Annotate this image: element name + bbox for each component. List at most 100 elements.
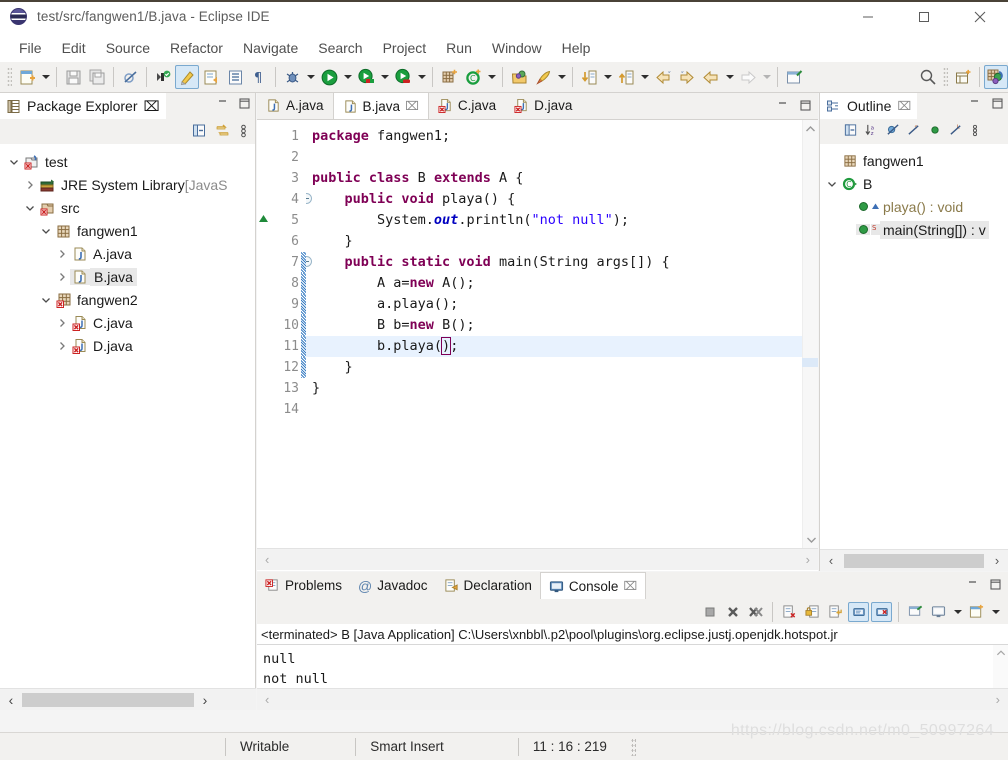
maximize-icon[interactable] <box>799 99 812 115</box>
editor-hscrollbar[interactable]: ‹ › <box>257 548 818 570</box>
menu-source[interactable]: Source <box>96 38 160 58</box>
show-whitespace-icon[interactable]: ¶ <box>247 65 271 89</box>
tree-item-c-java[interactable]: C.java <box>0 311 255 334</box>
word-wrap-icon[interactable] <box>825 602 846 622</box>
tree-item-fangwen1[interactable]: fangwen1 <box>0 219 255 242</box>
java-perspective-icon[interactable] <box>984 65 1008 89</box>
tree-item-test[interactable]: test <box>0 150 255 173</box>
tab-console[interactable]: Console ⌧ <box>539 572 647 599</box>
view-menu-icon[interactable] <box>238 123 249 141</box>
scroll-left-icon[interactable]: ‹ <box>265 552 269 567</box>
menu-project[interactable]: Project <box>373 38 437 58</box>
chevron-down-icon[interactable] <box>38 295 54 305</box>
toolbar-grip[interactable] <box>7 67 12 87</box>
chevron-right-icon[interactable] <box>54 341 70 351</box>
open-console-icon[interactable] <box>966 602 987 622</box>
editor-tab-c-java[interactable]: C.java <box>429 92 505 119</box>
outline-item-fangwen1[interactable]: fangwen1 <box>820 149 1008 172</box>
open-perspective-icon[interactable] <box>951 65 975 89</box>
source-text[interactable]: package fangwen1; public class B extends… <box>306 120 818 548</box>
chevron-down-icon[interactable] <box>6 157 22 167</box>
new-wizard-dropdown-icon[interactable] <box>39 65 52 89</box>
menu-search[interactable]: Search <box>308 38 372 58</box>
chevron-down-icon[interactable] <box>824 179 840 189</box>
back-history-icon[interactable] <box>699 65 723 89</box>
chevron-down-icon[interactable] <box>22 203 38 213</box>
scroll-thumb[interactable] <box>22 692 194 707</box>
tree-item-d-java[interactable]: D.java <box>0 334 255 357</box>
new-java-package-icon[interactable] <box>151 65 175 89</box>
tree-item-fangwen2[interactable]: fangwen2 <box>0 288 255 311</box>
tab-javadoc[interactable]: @ Javadoc <box>350 572 436 599</box>
forward-history-dropdown-icon[interactable] <box>760 65 773 89</box>
editor-tab-d-java[interactable]: D.java <box>505 92 581 119</box>
outline-hscrollbar[interactable]: ‹ › <box>820 549 1008 571</box>
new-wizard-icon[interactable] <box>15 65 39 89</box>
minimize-icon[interactable] <box>968 97 981 113</box>
run-external-tools-icon[interactable] <box>391 65 415 89</box>
next-annotation-icon[interactable] <box>614 65 638 89</box>
hide-fields-icon[interactable] <box>886 123 900 140</box>
menu-refactor[interactable]: Refactor <box>160 38 233 58</box>
scroll-up-icon[interactable] <box>803 120 818 137</box>
scroll-left-icon[interactable]: ‹ <box>265 692 269 707</box>
open-task-icon[interactable] <box>199 65 223 89</box>
scroll-left-icon[interactable]: ‹ <box>820 553 842 568</box>
scroll-lock-icon[interactable] <box>802 602 823 622</box>
chevron-right-icon[interactable] <box>54 272 70 282</box>
editor-tab-b-java[interactable]: B.java ⌧ <box>332 92 429 119</box>
chevron-right-icon[interactable] <box>54 318 70 328</box>
maximize-icon[interactable] <box>238 97 251 113</box>
remove-launch-icon[interactable] <box>722 602 743 622</box>
minimize-icon[interactable] <box>966 578 979 594</box>
chevron-down-icon[interactable] <box>38 226 54 236</box>
forward-history-icon[interactable] <box>736 65 760 89</box>
console-hscrollbar[interactable]: ‹ › <box>257 688 1008 710</box>
display-selected-console-dropdown-icon[interactable] <box>951 600 964 624</box>
run-coverage-dropdown-icon[interactable] <box>378 65 391 89</box>
tree-item-b-java[interactable]: B.java <box>0 265 255 288</box>
back-history-dropdown-icon[interactable] <box>723 65 736 89</box>
debug-dropdown-icon[interactable] <box>304 65 317 89</box>
tab-package-explorer[interactable]: Package Explorer ⌧ <box>0 93 166 119</box>
new-java-class-icon[interactable]: C <box>461 65 485 89</box>
quick-access-search-icon[interactable] <box>916 65 940 89</box>
next-annotation-dropdown-icon[interactable] <box>638 65 651 89</box>
editor-vscrollbar[interactable] <box>802 120 818 548</box>
chevron-right-icon[interactable] <box>54 249 70 259</box>
scroll-thumb[interactable] <box>844 553 984 568</box>
minimize-icon[interactable] <box>216 97 229 113</box>
link-with-editor-icon[interactable] <box>215 123 230 141</box>
open-type-icon[interactable] <box>223 65 247 89</box>
forward-navigation-icon[interactable] <box>675 65 699 89</box>
menu-window[interactable]: Window <box>482 38 552 58</box>
previous-annotation-icon[interactable] <box>577 65 601 89</box>
previous-annotation-dropdown-icon[interactable] <box>601 65 614 89</box>
collapse-all-icon[interactable] <box>192 123 207 141</box>
scroll-right-icon[interactable]: › <box>806 552 810 567</box>
menu-edit[interactable]: Edit <box>52 38 96 58</box>
close-icon[interactable]: ⌧ <box>144 98 160 115</box>
sort-icon[interactable]: az <box>865 123 879 140</box>
outline-item-playa[interactable]: playa() : void <box>820 195 1008 218</box>
search-rocket-dropdown-icon[interactable] <box>555 65 568 89</box>
tree-item-a-java[interactable]: A.java <box>0 242 255 265</box>
new-editor-icon[interactable] <box>782 65 806 89</box>
scroll-down-icon[interactable] <box>803 531 818 548</box>
clear-console-icon[interactable] <box>779 602 800 622</box>
status-grip[interactable] <box>630 737 636 756</box>
run-icon[interactable] <box>317 65 341 89</box>
close-button[interactable] <box>952 0 1008 34</box>
outline-item-main[interactable]: S main(String[]) : v <box>820 218 1008 241</box>
close-icon[interactable]: ⌧ <box>897 99 911 113</box>
save-all-icon[interactable] <box>85 65 109 89</box>
remove-all-terminated-icon[interactable] <box>745 602 766 622</box>
perspective-toolbar-grip[interactable] <box>943 67 948 87</box>
menu-help[interactable]: Help <box>552 38 601 58</box>
tree-item-jre-system-library[interactable]: JRE System Library [JavaS <box>0 173 255 196</box>
close-icon[interactable]: ⌧ <box>405 99 419 113</box>
run-external-tools-dropdown-icon[interactable] <box>415 65 428 89</box>
terminate-icon[interactable] <box>699 602 720 622</box>
tab-outline[interactable]: Outline ⌧ <box>820 93 918 119</box>
chevron-right-icon[interactable] <box>22 180 38 190</box>
